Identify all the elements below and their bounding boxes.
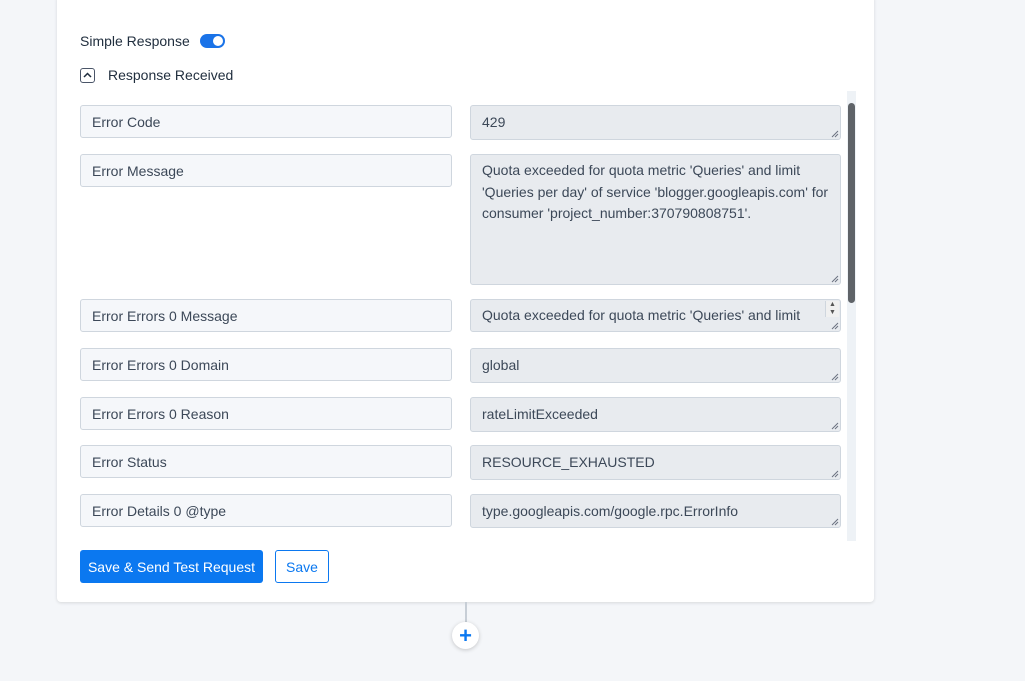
field-value[interactable]: global xyxy=(470,348,841,383)
field-value[interactable]: rateLimitExceeded xyxy=(470,397,841,432)
field-value-text: 429 xyxy=(482,114,506,130)
step-connector xyxy=(465,602,467,622)
response-received-label: Response Received xyxy=(108,67,234,83)
resize-grip-icon[interactable] xyxy=(830,129,839,138)
field-label: Error Errors 0 Domain xyxy=(80,348,452,381)
field-label: Error Message xyxy=(80,154,452,187)
save-button[interactable]: Save xyxy=(275,550,329,583)
field-label: Error Status xyxy=(80,445,452,478)
field-value[interactable]: 429 xyxy=(470,105,841,140)
field-label: Error Code xyxy=(80,105,452,138)
toggle-knob xyxy=(212,36,223,46)
field-label: Error Errors 0 Message xyxy=(80,299,452,332)
scroll-spinner-icon[interactable]: ▲ ▼ xyxy=(825,301,839,317)
field-value-text: RESOURCE_EXHAUSTED xyxy=(482,454,655,470)
field-value-text: Quota exceeded for quota metric 'Queries… xyxy=(482,307,801,331)
field-value[interactable]: RESOURCE_EXHAUSTED xyxy=(470,445,841,480)
resize-grip-icon[interactable] xyxy=(830,321,839,330)
response-fields: Error Code 429 Error Message Quota excee… xyxy=(80,91,856,541)
resize-grip-icon[interactable] xyxy=(830,469,839,478)
resize-grip-icon[interactable] xyxy=(830,372,839,381)
chevron-up-icon[interactable] xyxy=(80,67,95,83)
field-value-text: Quota exceeded for quota metric 'Queries… xyxy=(482,162,829,221)
plus-icon[interactable]: + xyxy=(452,622,479,649)
simple-response-toggle[interactable] xyxy=(199,34,225,48)
scrollbar-thumb[interactable] xyxy=(848,103,855,303)
response-received-row: Response Received xyxy=(80,66,233,84)
save-send-test-button[interactable]: Save & Send Test Request xyxy=(80,550,263,583)
field-value-text: rateLimitExceeded xyxy=(482,406,598,422)
field-value-text: global xyxy=(482,357,520,373)
simple-response-row: Simple Response xyxy=(80,32,225,50)
simple-response-label: Simple Response xyxy=(80,33,190,49)
resize-grip-icon[interactable] xyxy=(830,421,839,430)
field-value[interactable]: type.googleapis.com/google.rpc.ErrorInfo xyxy=(470,494,841,528)
resize-grip-icon[interactable] xyxy=(830,274,839,283)
field-label: Error Details 0 @type xyxy=(80,494,452,527)
field-value[interactable]: Quota exceeded for quota metric 'Queries… xyxy=(470,299,841,332)
field-value[interactable]: Quota exceeded for quota metric 'Queries… xyxy=(470,154,841,285)
resize-grip-icon[interactable] xyxy=(830,517,839,526)
field-label: Error Errors 0 Reason xyxy=(80,397,452,430)
field-value-text: type.googleapis.com/google.rpc.ErrorInfo xyxy=(482,503,739,519)
